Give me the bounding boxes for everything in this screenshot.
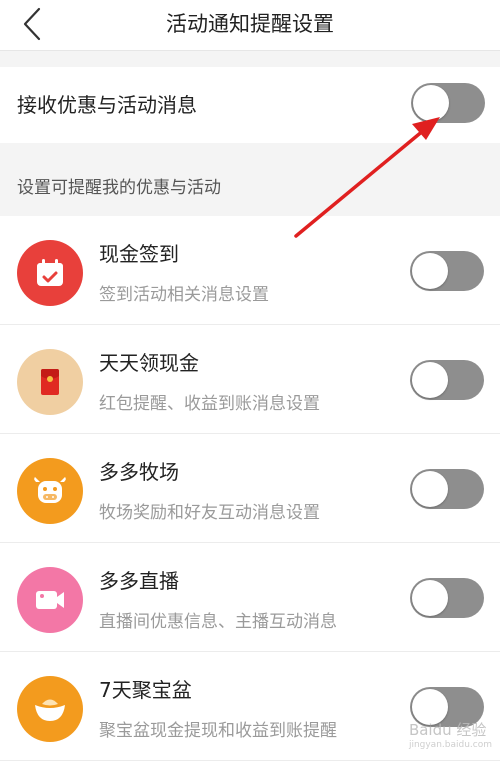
cow-icon xyxy=(17,458,83,524)
receive-promotions-label: 接收优惠与活动消息 xyxy=(17,93,197,117)
red-envelope-icon xyxy=(17,349,83,415)
cash-checkin-toggle[interactable] xyxy=(410,251,484,291)
item-title: 现金签到 xyxy=(99,242,179,266)
top-bar: 活动通知提醒设置 xyxy=(0,0,500,51)
toggle-knob xyxy=(412,580,448,616)
toggle-knob xyxy=(412,253,448,289)
item-title: 天天领现金 xyxy=(99,351,199,375)
toggle-knob xyxy=(413,85,449,121)
item-title: 多多牧场 xyxy=(99,460,179,484)
item-title: 多多直播 xyxy=(99,569,179,593)
watermark-url: jingyan.baidu.com xyxy=(408,740,492,750)
item-description: 签到活动相关消息设置 xyxy=(99,285,269,305)
list-item-ranch: 多多牧场 牧场奖励和好友互动消息设置 xyxy=(0,434,500,543)
ranch-toggle[interactable] xyxy=(410,469,484,509)
item-description: 红包提醒、收益到账消息设置 xyxy=(99,394,320,414)
receive-promotions-row: 接收优惠与活动消息 xyxy=(0,67,500,143)
item-title: 7天聚宝盆 xyxy=(99,678,192,702)
toggle-knob xyxy=(412,471,448,507)
spacer xyxy=(0,51,500,67)
section-title: 设置可提醒我的优惠与活动 xyxy=(17,178,221,198)
item-description: 牧场奖励和好友互动消息设置 xyxy=(99,503,320,523)
video-camera-icon xyxy=(17,567,83,633)
list-item-daily-cash: 天天领现金 红包提醒、收益到账消息设置 xyxy=(0,325,500,434)
activity-list: 现金签到 签到活动相关消息设置 天天领现金 红包提醒、收益到账消息设置 多多牧场… xyxy=(0,216,500,761)
section-header: 设置可提醒我的优惠与活动 xyxy=(0,143,500,216)
calendar-check-icon xyxy=(17,240,83,306)
watermark: Baidu 经验 jingyan.baidu.com xyxy=(409,719,492,750)
toggle-knob xyxy=(412,362,448,398)
daily-cash-toggle[interactable] xyxy=(410,360,484,400)
item-description: 直播间优惠信息、主播互动消息 xyxy=(99,612,337,632)
treasure-bowl-icon xyxy=(17,676,83,742)
list-item-cash-checkin: 现金签到 签到活动相关消息设置 xyxy=(0,216,500,325)
list-item-live: 多多直播 直播间优惠信息、主播互动消息 xyxy=(0,543,500,652)
watermark-text: Baidu 经验 xyxy=(408,721,487,739)
receive-promotions-toggle[interactable] xyxy=(411,83,485,123)
item-description: 聚宝盆现金提现和收益到账提醒 xyxy=(99,721,337,741)
live-toggle[interactable] xyxy=(410,578,484,618)
page-title: 活动通知提醒设置 xyxy=(166,12,334,36)
